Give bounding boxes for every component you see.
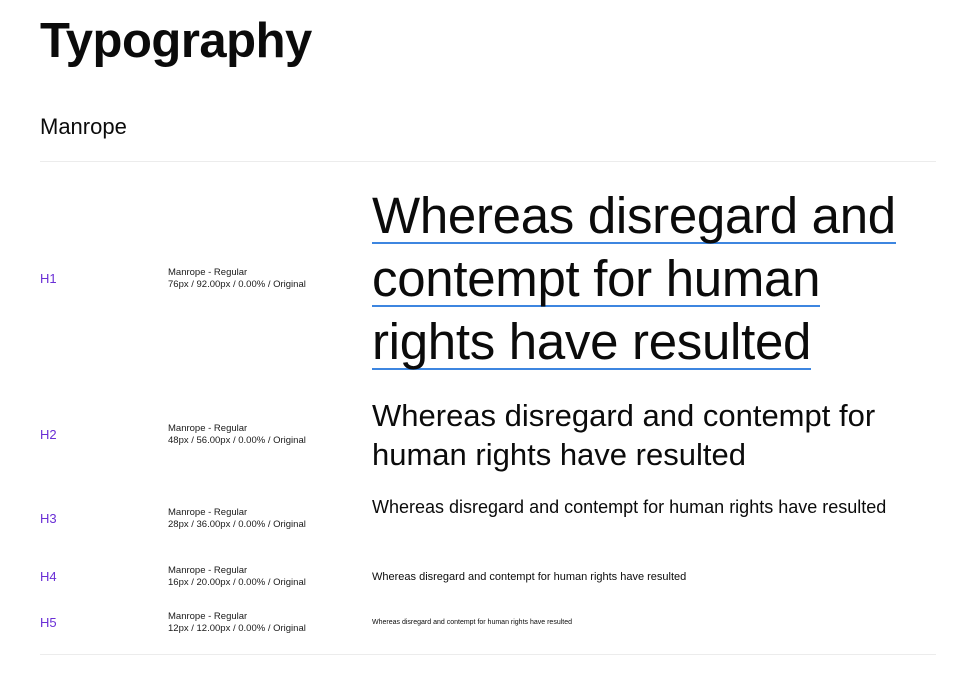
style-tag: H3 bbox=[40, 511, 57, 526]
style-tag: H4 bbox=[40, 569, 57, 584]
section-divider-top bbox=[40, 161, 936, 162]
font-family-name: Manrope bbox=[40, 114, 127, 139]
spec-metrics: 28px / 36.00px / 0.00% / Original bbox=[168, 519, 306, 530]
type-style-row-h2: H2 Manrope - Regular 48px / 56.00px / 0.… bbox=[40, 396, 936, 474]
spec-font-name: Manrope - Regular bbox=[168, 565, 248, 576]
sample-line: Whereas disregard and bbox=[372, 187, 896, 244]
style-tag: H1 bbox=[40, 271, 57, 286]
style-spec: Manrope - Regular 76px / 92.00px / 0.00%… bbox=[168, 267, 306, 291]
spec-metrics: 16px / 20.00px / 0.00% / Original bbox=[168, 577, 306, 588]
style-spec: Manrope - Regular 48px / 56.00px / 0.00%… bbox=[168, 423, 306, 447]
spec-font-name: Manrope - Regular bbox=[168, 267, 248, 278]
type-style-row-h4: H4 Manrope - Regular 16px / 20.00px / 0.… bbox=[40, 565, 936, 588]
style-spec: Manrope - Regular 12px / 12.00px / 0.00%… bbox=[168, 611, 306, 635]
spec-font-name: Manrope - Regular bbox=[168, 507, 248, 518]
sample-text-h3[interactable]: Whereas disregard and contempt for human… bbox=[372, 495, 936, 519]
spec-metrics: 12px / 12.00px / 0.00% / Original bbox=[168, 622, 306, 634]
spec-font-name: Manrope - Regular bbox=[168, 423, 248, 434]
sample-text-h1[interactable]: Whereas disregard and contempt for human… bbox=[372, 184, 936, 373]
sample-text-h4[interactable]: Whereas disregard and contempt for human… bbox=[372, 570, 936, 584]
type-style-row-h5: H5 Manrope - Regular 12px / 12.00px / 0.… bbox=[40, 611, 936, 634]
style-spec: Manrope - Regular 28px / 36.00px / 0.00%… bbox=[168, 507, 306, 531]
type-style-row-h3: H3 Manrope - Regular 28px / 36.00px / 0.… bbox=[40, 495, 936, 543]
style-spec: Manrope - Regular 16px / 20.00px / 0.00%… bbox=[168, 565, 306, 589]
sample-text-h2[interactable]: Whereas disregard and contempt for human… bbox=[372, 396, 936, 474]
section-divider-bottom bbox=[40, 654, 936, 655]
sample-text-h5[interactable]: Whereas disregard and contempt for human… bbox=[372, 618, 936, 627]
sample-line: rights have resulted bbox=[372, 313, 812, 370]
sample-line: contempt for human bbox=[372, 250, 821, 307]
page-title: Typography bbox=[40, 14, 312, 68]
spec-metrics: 76px / 92.00px / 0.00% / Original bbox=[168, 279, 306, 290]
spec-metrics: 48px / 56.00px / 0.00% / Original bbox=[168, 435, 306, 446]
type-style-row-h1: H1 Manrope - Regular 76px / 92.00px / 0.… bbox=[40, 184, 936, 374]
style-tag: H5 bbox=[40, 614, 57, 630]
style-tag: H2 bbox=[40, 427, 57, 442]
spec-font-name: Manrope - Regular bbox=[168, 610, 248, 622]
